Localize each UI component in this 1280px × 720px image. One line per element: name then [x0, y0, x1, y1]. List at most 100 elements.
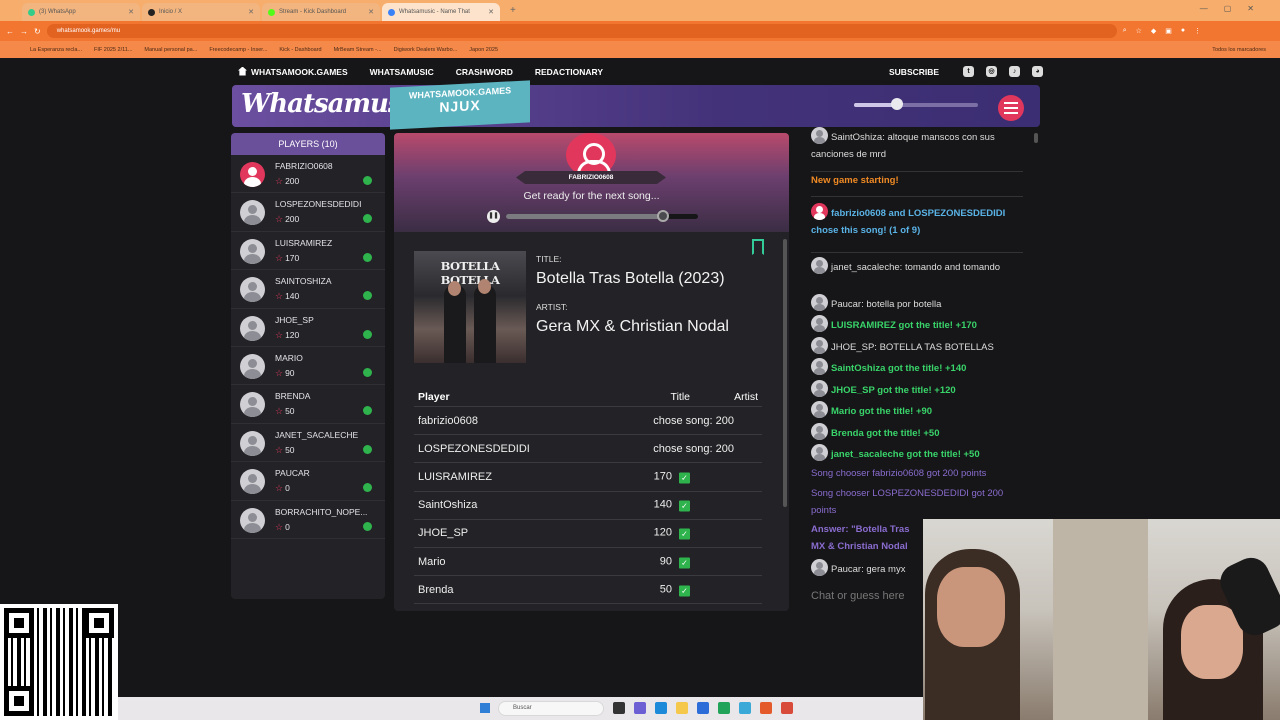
- player-name: JHOE_SP: [275, 314, 314, 325]
- edge-icon[interactable]: [655, 702, 667, 714]
- cell-title: chose song: 200: [653, 442, 734, 455]
- avatar: [811, 203, 828, 220]
- zoom-icon[interactable]: ⌕: [1123, 27, 1127, 35]
- bookmark[interactable]: Japon 2025: [469, 47, 498, 53]
- chat-input[interactable]: Chat or guess here: [811, 590, 905, 602]
- file-explorer-icon[interactable]: [676, 702, 688, 714]
- extension-icon[interactable]: ◆: [1151, 27, 1156, 35]
- avatar: [811, 294, 828, 311]
- nav-link-redactionary[interactable]: REDACTIONARY: [535, 67, 603, 77]
- page: (3) WhatsApp ✕ Inicio / X ✕ Stream - Kick …: [0, 0, 1280, 720]
- profile-icon[interactable]: ●: [1181, 27, 1185, 35]
- reload-icon[interactable]: ↻: [34, 27, 41, 36]
- avatar: [811, 401, 828, 418]
- url-field[interactable]: whatsamook.games/mu: [46, 24, 1117, 38]
- bookmark-icon[interactable]: [752, 239, 764, 255]
- bookmark[interactable]: Digiwork Dealers Warbo...: [394, 47, 458, 53]
- player-name: MARIO: [275, 352, 303, 363]
- star-icon: ☆: [275, 367, 284, 378]
- player-row: SAINTOSHIZA ☆ 140: [231, 270, 385, 309]
- window-controls[interactable]: —▢✕: [1200, 4, 1270, 13]
- extensions-icon[interactable]: ▣: [1165, 27, 1172, 35]
- teams-icon[interactable]: [634, 702, 646, 714]
- online-status-icon: [363, 521, 372, 531]
- task-view-icon[interactable]: [613, 702, 625, 714]
- back-icon[interactable]: ←: [6, 27, 14, 36]
- cell-player: SaintOshiza: [418, 499, 478, 512]
- chat-system-message: LUISRAMIREZ got the title! +170: [811, 315, 1025, 335]
- browser-tab-active[interactable]: Whatsamusic - Name That ✕: [382, 3, 500, 21]
- online-status-icon: [363, 214, 372, 224]
- bookmark[interactable]: MrBeam Stream -...: [334, 47, 382, 53]
- pause-icon[interactable]: ❚❚: [487, 210, 500, 223]
- player-row: LOSPEZONESDEDIDI ☆ 200: [231, 193, 385, 232]
- player-score: ☆ 0: [275, 521, 290, 532]
- hamburger-menu-button[interactable]: [998, 95, 1024, 121]
- player-name: LUISRAMIREZ: [275, 237, 333, 248]
- avatar: [240, 392, 265, 418]
- table-header: Player Title Artist: [414, 387, 762, 407]
- subscribe-link[interactable]: SUBSCRIBE: [889, 67, 939, 77]
- nav-link-crashword[interactable]: CRASHWORD: [456, 67, 513, 77]
- cell-player: JHOE_SP: [418, 527, 469, 540]
- player-name: BORRACHITO_NOPE...: [275, 506, 368, 517]
- avatar: [811, 127, 828, 144]
- online-status-icon: [363, 252, 372, 262]
- table-row: Mario 90 ✓: [414, 548, 762, 577]
- volume-slider[interactable]: [854, 98, 978, 110]
- excel-icon[interactable]: [718, 702, 730, 714]
- star-icon: ☆: [275, 291, 284, 302]
- tiktok-icon[interactable]: ♪: [1009, 66, 1021, 77]
- forward-icon[interactable]: →: [20, 27, 28, 36]
- bookmark[interactable]: La Esperanza recla...: [30, 47, 82, 53]
- chrome-icon[interactable]: [760, 702, 772, 714]
- game-scrollbar[interactable]: [783, 239, 787, 507]
- players-panel: PLAYERS (10) FABRIZIO0608 ☆ 200 LOSPEZONESD…: [231, 133, 385, 599]
- bookmark-star-icon[interactable]: ☆: [1136, 27, 1142, 35]
- bookmark[interactable]: FIF 2025 2/11...: [94, 47, 132, 53]
- star-icon: ☆: [275, 329, 284, 340]
- col-player: Player: [418, 390, 450, 403]
- bookmark[interactable]: Kick - Dashboard: [279, 47, 321, 53]
- avatar: [240, 238, 265, 264]
- bookmark[interactable]: Freecodecamp - Inser...: [209, 47, 267, 53]
- player-name: BRENDA: [275, 391, 311, 402]
- all-bookmarks[interactable]: Todos los marcadores: [1212, 47, 1266, 53]
- chat-scrollbar[interactable]: [1034, 133, 1038, 143]
- chat-system-message: Mario got the title! +90: [811, 401, 1025, 421]
- online-status-icon: [363, 367, 372, 377]
- cell-title: 140 ✓: [654, 499, 690, 512]
- store-icon[interactable]: [697, 702, 709, 714]
- browser-tab[interactable]: (3) WhatsApp ✕: [22, 3, 140, 21]
- close-tab-icon[interactable]: ✕: [368, 8, 374, 16]
- twitter-icon[interactable]: t: [963, 66, 975, 77]
- player-name: LOSPEZONESDEDIDI: [275, 199, 362, 210]
- discord-icon[interactable]: ◕: [1032, 66, 1044, 77]
- home-link[interactable]: WHATSAMOOK.GAMES: [238, 66, 348, 77]
- windows-start-icon[interactable]: [480, 703, 490, 713]
- more-menu-icon[interactable]: ⋮: [1194, 27, 1201, 35]
- avatar: [240, 469, 265, 495]
- new-tab-icon[interactable]: +: [502, 5, 524, 16]
- browser-tab[interactable]: Inicio / X ✕: [142, 3, 260, 21]
- chat-message: Paucar: botella por botella: [811, 294, 1025, 314]
- whatsapp-icon: [28, 8, 35, 16]
- avatar: [811, 358, 828, 375]
- close-tab-icon[interactable]: ✕: [128, 8, 134, 16]
- cell-title: chose song: 200: [653, 414, 734, 427]
- close-tab-icon[interactable]: ✕: [488, 8, 494, 16]
- bookmark[interactable]: Manual personal pa...: [144, 47, 197, 53]
- star-icon: ☆: [275, 214, 284, 225]
- taskbar-search[interactable]: Buscar: [498, 701, 604, 716]
- app-icon[interactable]: [739, 702, 751, 714]
- app-icon[interactable]: [781, 702, 793, 714]
- star-icon: ☆: [275, 444, 284, 455]
- close-tab-icon[interactable]: ✕: [248, 8, 254, 16]
- chat-message: janet_sacaleche: tomando and tomando: [811, 257, 1025, 277]
- nav-link-whatsamusic[interactable]: WHATSAMUSIC: [370, 67, 434, 77]
- instagram-icon[interactable]: ◎: [986, 66, 998, 77]
- room-code-badge: WHATSAMOOK.GAMES NJUX: [390, 80, 530, 130]
- browser-tab[interactable]: Stream - Kick Dashboard ✕: [262, 3, 380, 21]
- player-score: ☆ 140: [275, 291, 300, 302]
- volume-knob[interactable]: [891, 98, 904, 110]
